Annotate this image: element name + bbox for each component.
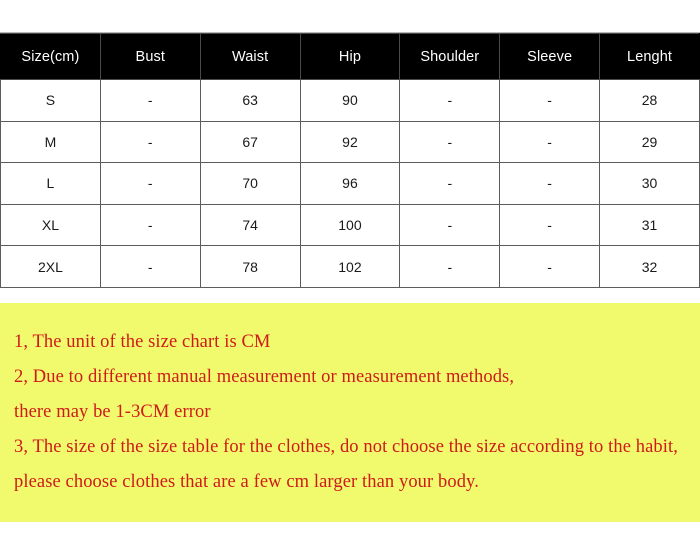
cell-bust: -: [99, 162, 201, 205]
table-body: S - 63 90 - - 28 M - 67 92 - - 29 L - 70: [0, 79, 700, 330]
note-line-2: 2, Due to different manual measurement o…: [14, 367, 515, 387]
column-header-size: Size(cm): [0, 33, 101, 80]
table-row: L - 70 96 - - 30: [0, 162, 700, 205]
cell-sleeve: -: [499, 245, 601, 288]
cell-bust: -: [99, 120, 201, 164]
cell-waist: 67: [199, 120, 301, 164]
cell-sleeve: -: [499, 120, 601, 164]
cell-sleeve: -: [499, 203, 601, 247]
column-header-length: Lenght: [599, 33, 700, 80]
cell-hip: 100: [299, 203, 401, 247]
cell-length: 32: [599, 245, 700, 288]
cell-hip: 90: [299, 79, 401, 122]
cell-size: S: [0, 79, 101, 122]
bottom-white-strip: [0, 522, 700, 534]
cell-size: 2XL: [0, 245, 101, 288]
cell-bust: -: [99, 79, 201, 122]
cell-size: M: [0, 120, 101, 164]
cell-length: 31: [599, 203, 700, 247]
note-line-4: 3, The size of the size table for the cl…: [14, 437, 678, 457]
top-white-strip: [0, 0, 700, 33]
column-header-sleeve: Sleeve: [499, 33, 601, 80]
notes-panel: 1, The unit of the size chart is CM 2, D…: [0, 303, 700, 522]
column-header-bust: Bust: [99, 33, 201, 80]
cell-waist: 70: [199, 162, 301, 205]
table-row: XL - 74 100 - - 31: [0, 203, 700, 247]
note-line-3: there may be 1-3CM error: [14, 402, 211, 422]
size-chart-page: Size(cm) Bust Waist Hip Shoulder Sleeve …: [0, 0, 700, 534]
cell-shoulder: -: [399, 79, 501, 122]
table-row: M - 67 92 - - 29: [0, 120, 700, 164]
cell-hip: 102: [299, 245, 401, 288]
cell-size: XL: [0, 203, 101, 247]
table-header: Size(cm) Bust Waist Hip Shoulder Sleeve …: [0, 33, 700, 80]
note-line-1: 1, The unit of the size chart is CM: [14, 332, 271, 352]
cell-bust: -: [99, 245, 201, 288]
cell-length: 30: [599, 162, 700, 205]
cell-shoulder: -: [399, 245, 501, 288]
column-header-hip: Hip: [299, 33, 401, 80]
cell-shoulder: -: [399, 162, 501, 205]
cell-shoulder: -: [399, 203, 501, 247]
cell-shoulder: -: [399, 120, 501, 164]
cell-hip: 92: [299, 120, 401, 164]
table-row: S - 63 90 - - 28: [0, 79, 700, 122]
table-row: 2XL - 78 102 - - 32: [0, 245, 700, 288]
cell-size: L: [0, 162, 101, 205]
note-line-5: please choose clothes that are a few cm …: [14, 472, 479, 492]
cell-length: 29: [599, 120, 700, 164]
table-header-row: Size(cm) Bust Waist Hip Shoulder Sleeve …: [0, 33, 700, 80]
cell-waist: 74: [199, 203, 301, 247]
cell-length: 28: [599, 79, 700, 122]
cell-bust: -: [99, 203, 201, 247]
column-header-shoulder: Shoulder: [399, 33, 501, 80]
cell-hip: 96: [299, 162, 401, 205]
cell-waist: 63: [199, 79, 301, 122]
cell-sleeve: -: [499, 79, 601, 122]
column-header-waist: Waist: [199, 33, 301, 80]
cell-waist: 78: [199, 245, 301, 288]
size-chart-table: Size(cm) Bust Waist Hip Shoulder Sleeve …: [0, 33, 700, 330]
cell-sleeve: -: [499, 162, 601, 205]
